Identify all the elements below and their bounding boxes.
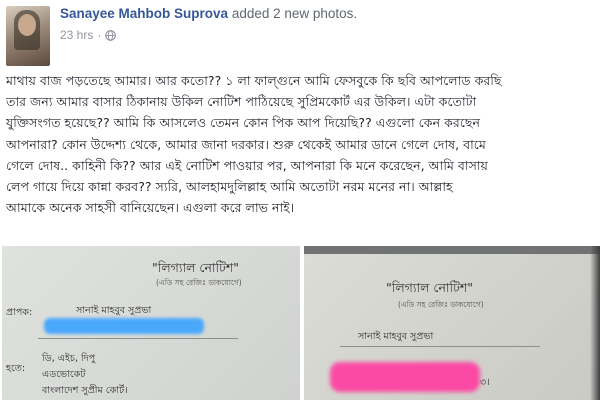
document-rule (38, 338, 238, 339)
recipient-name: সানাই মাহবুব সুপ্রভা (76, 305, 152, 316)
author-name[interactable]: Sanayee Mahbob Suprova (60, 6, 228, 21)
caption-line: গেলে দোষ.. কাহিনী কি?? আর এই নোটিশ পাওয়… (6, 157, 488, 173)
notice-subheading: (এডি সহ রেজিঃ ডাকযোগে) (398, 300, 484, 309)
caption-line: তার জন্য আমার বাসার ঠিকানায় উকিল নোটিশ … (6, 94, 477, 110)
photo-legal-notice-1[interactable]: "লিগ্যাল নোটিশ" (এডি সহ রেজিঃ ডাকযোগে) প… (2, 246, 300, 400)
photo-legal-notice-2[interactable]: "লিগ্যাল নোটিশ" (এডি সহ রেজিঃ ডাকযোগে) স… (304, 246, 600, 400)
sender-line: ডি, এইচ, দিপু (42, 353, 96, 364)
photo-grid: "লিগ্যাল নোটিশ" (এডি সহ রেজিঃ ডাকযোগে) প… (0, 246, 600, 400)
trailing-mark: ৩। (480, 377, 490, 388)
globe-icon[interactable] (105, 29, 117, 41)
notice-heading: "লিগ্যাল নোটিশ" (386, 280, 474, 295)
meta-separator: · (97, 28, 102, 42)
notice-subheading: (এডি সহ রেজিঃ ডাকযোগে) (156, 278, 242, 287)
caption-line: যুক্তিসংগত হয়েছে?? আমি কি আসলেও তেমন কো… (6, 115, 481, 131)
notice-document: "লিগ্যাল নোটিশ" (এডি সহ রেজিঃ ডাকযোগে) প… (2, 246, 300, 400)
document-rule (340, 346, 540, 347)
caption-line: লেপ গায়ে দিয়ে কান্না করব?? স্যরি, আলহা… (6, 179, 453, 195)
post-meta: 23 hrs · (60, 28, 117, 42)
redaction-blue (44, 318, 204, 334)
sender-label: হতে: (6, 363, 26, 374)
post-caption: মাথায় বাজ পড়তেছে আমার। আর কতো?? ১ লা ফ… (6, 70, 594, 218)
author-avatar[interactable] (6, 6, 50, 66)
recipient-name: সানাই মাহবুব সুপ্রভা (358, 331, 434, 342)
sender-line: এডভোকেট (42, 369, 86, 380)
caption-line: আপনারা? কোন উদ্দেশ্য থেকে, আমার জানা দরক… (6, 136, 486, 152)
caption-line: মাথায় বাজ পড়তেছে আমার। আর কতো?? ১ লা ফ… (6, 73, 502, 88)
sender-line: বাংলাদেশ সুপ্রীম কোর্ট। (42, 385, 128, 396)
post-header: Sanayee Mahbob Suprova added 2 new photo… (0, 0, 600, 68)
photo-shadow-edge (590, 246, 600, 400)
notice-heading: "লিগ্যাল নোটিশ" (152, 260, 240, 275)
notice-document: "লিগ্যাল নোটিশ" (এডি সহ রেজিঃ ডাকযোগে) স… (304, 254, 600, 400)
facebook-post: Sanayee Mahbob Suprova added 2 new photo… (0, 0, 600, 400)
post-action: added 2 new photos. (231, 6, 358, 21)
post-timestamp[interactable]: 23 hrs (60, 28, 93, 42)
caption-line: আমাকে অনেক সাহসী বানিয়েছেন। এগুলা করে ল… (6, 200, 295, 216)
post-title-line: Sanayee Mahbob Suprova added 2 new photo… (60, 6, 357, 21)
avatar-face (18, 14, 36, 36)
redaction-pink (330, 362, 480, 392)
recipient-label: প্রাপক: (6, 307, 33, 318)
